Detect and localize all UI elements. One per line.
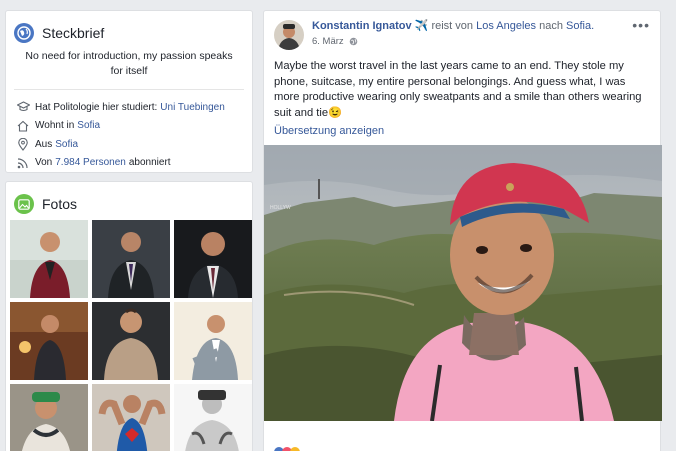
- info-residence-link[interactable]: Sofia: [77, 120, 100, 131]
- info-residence: Wohnt in Sofia: [6, 117, 252, 136]
- travel-to-text: nach: [539, 20, 563, 32]
- info-origin-link[interactable]: Sofia: [55, 139, 78, 150]
- post-author[interactable]: Konstantin Ignatov: [312, 20, 412, 32]
- translate-link[interactable]: Übersetzung anzeigen: [264, 121, 660, 145]
- photo-grid: [10, 220, 252, 451]
- info-followers-link[interactable]: 7.984 Personen: [55, 157, 126, 168]
- info-education: Hat Politologie hier studiert: Uni Tuebi…: [6, 98, 252, 117]
- post-date-line: 6. März: [312, 36, 594, 47]
- info-education-label: Hat Politologie hier studiert:: [35, 101, 158, 113]
- post-author-line: Konstantin Ignatov ✈️ reist von Los Ange…: [312, 19, 594, 33]
- post-card: Konstantin Ignatov ✈️ reist von Los Ange…: [263, 10, 662, 451]
- info-followers-suffix: abonniert: [128, 157, 171, 169]
- photo-thumbnail[interactable]: [174, 384, 252, 451]
- avatar[interactable]: [274, 20, 304, 50]
- photos-title: Fotos: [42, 196, 78, 212]
- photo-thumbnail[interactable]: [92, 220, 170, 298]
- photos-card: Fotos: [5, 181, 253, 451]
- globe-icon: [14, 23, 34, 43]
- haha-reaction-icon: [290, 447, 300, 451]
- photos-header: Fotos: [6, 182, 252, 218]
- post-date[interactable]: 6. März: [312, 36, 344, 47]
- photo-thumbnail[interactable]: [10, 220, 88, 298]
- intro-card: Steckbrief No need for introduction, my …: [5, 10, 253, 173]
- info-residence-label: Wohnt in: [35, 120, 75, 132]
- graduation-cap-icon: [16, 100, 30, 114]
- post-photo[interactable]: HOLLYW: [264, 145, 662, 421]
- post-header: Konstantin Ignatov ✈️ reist von Los Ange…: [264, 11, 660, 57]
- rss-icon: [16, 156, 30, 170]
- reactions-row[interactable]: [274, 447, 300, 451]
- info-origin: Aus Sofia: [6, 135, 252, 154]
- photo-thumbnail[interactable]: [10, 384, 88, 451]
- home-icon: [16, 119, 30, 133]
- divider: [14, 89, 244, 90]
- intro-header: Steckbrief: [6, 11, 252, 47]
- photo-thumbnail[interactable]: [92, 384, 170, 451]
- svg-text:HOLLYW: HOLLYW: [270, 205, 291, 211]
- photo-thumbnail[interactable]: [92, 302, 170, 380]
- post-meta: Konstantin Ignatov ✈️ reist von Los Ange…: [312, 19, 594, 57]
- airplane-icon: ✈️: [414, 20, 429, 32]
- privacy-globe-icon: [349, 37, 358, 46]
- photo-thumbnail[interactable]: [174, 220, 252, 298]
- photos-icon: [14, 194, 34, 214]
- photo-thumbnail[interactable]: [174, 302, 252, 380]
- info-origin-label: Aus: [35, 138, 53, 150]
- travel-from-link[interactable]: Los Angeles: [476, 20, 536, 32]
- location-pin-icon: [16, 137, 30, 151]
- photo-thumbnail[interactable]: [10, 302, 88, 380]
- intro-bio: No need for introduction, my passion spe…: [25, 50, 233, 77]
- info-followers: Von 7.984 Personen abonniert: [6, 154, 252, 173]
- intro-title: Steckbrief: [42, 25, 105, 41]
- info-followers-label: Von: [35, 157, 53, 169]
- travel-text: reist von: [431, 20, 474, 32]
- info-education-link[interactable]: Uni Tuebingen: [160, 102, 225, 113]
- post-body: Maybe the worst travel in the last years…: [274, 60, 642, 119]
- more-options-icon[interactable]: •••: [632, 17, 650, 33]
- travel-to-link[interactable]: Sofia.: [566, 20, 594, 32]
